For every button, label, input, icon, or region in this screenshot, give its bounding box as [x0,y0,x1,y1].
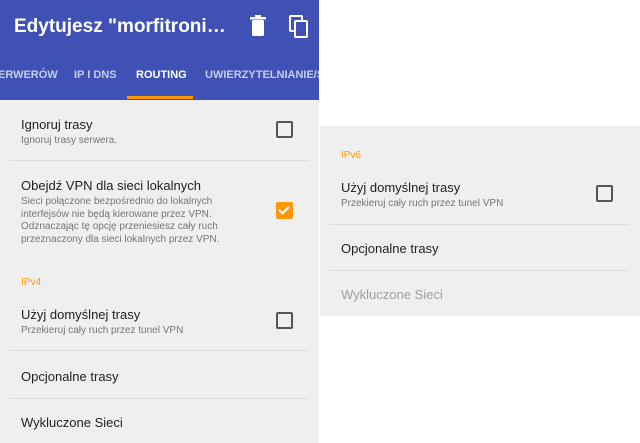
app-bar: Edytujesz "morfitronik-cli… [0,0,319,57]
pref-optional-routes-ipv6[interactable]: Opcjonalne trasy [341,240,611,257]
pref-optional-routes-ipv4[interactable]: Opcjonalne trasy [21,368,291,385]
pref-title: Wykluczone Sieci [341,287,443,302]
ignore-routes-checkbox[interactable] [276,121,293,138]
pref-summary: Przekieruj cały ruch przez tunel VPN [21,325,184,336]
default-route-ipv4-checkbox[interactable] [276,312,293,329]
divider [10,398,309,399]
summary-line: przeznaczony dla sieci lokalnych przez V… [21,233,220,245]
tab-authentication[interactable]: UWIERZYTELNIANIE/SZ [205,57,319,100]
pref-excluded-networks-ipv4[interactable]: Wykluczone Sieci [21,414,291,431]
copy-icon[interactable] [287,14,311,40]
pref-title: Opcjonalne trasy [21,369,119,384]
page-title: Edytujesz "morfitronik-cli… [14,16,234,37]
pref-ignore-routes[interactable]: Ignoruj trasy Ignoruj trasy serwera. [21,116,291,148]
tab-indicator [127,96,193,99]
tab-servers[interactable]: ERWERÓW [0,57,58,100]
tab-ip-dns[interactable]: IP I DNS [74,57,117,100]
pref-title: Opcjonalne trasy [341,241,439,256]
tab-routing[interactable]: ROUTING [136,57,187,100]
pref-bypass-vpn[interactable]: Obejdź VPN dla sieci lokalnych Sieci poł… [21,177,291,246]
pref-summary: Przekieruj cały ruch przez tunel VPN [341,198,504,209]
tab-bar: ERWERÓW IP I DNS ROUTING UWIERZYTELNIANI… [0,57,319,100]
pref-title: Użyj domyślnej trasy [21,307,141,322]
summary-line: Odznaczając tę opcję przeniesiesz cały r… [21,221,218,232]
divider [10,350,309,351]
pref-title: Ignoruj trasy [21,117,93,132]
section-header-ipv6: IPv6 [341,150,362,161]
bypass-vpn-checkbox[interactable] [276,202,293,219]
settings-panel-ipv6: IPv6 Użyj domyślnej trasy Przekieruj cał… [320,126,640,316]
pref-excluded-networks-ipv6: Wykluczone Sieci [341,286,611,303]
divider [330,224,629,225]
settings-panel-ipv4: Edytujesz "morfitronik-cli… ERWERÓW IP I… [0,0,319,443]
pref-title: Obejdź VPN dla sieci lokalnych [21,178,201,193]
summary-line: Sieci połączone bezpośrednio do lokalnyc… [21,196,213,207]
pref-summary: Ignoruj trasy serwera. [21,135,118,146]
pref-summary: Sieci połączone bezpośrednio do lokalnyc… [21,196,291,246]
pref-title: Użyj domyślnej trasy [341,180,461,195]
trash-icon[interactable] [246,14,270,40]
pref-default-route-ipv6[interactable]: Użyj domyślnej trasy Przekieruj cały ruc… [341,179,611,211]
pref-default-route-ipv4[interactable]: Użyj domyślnej trasy Przekieruj cały ruc… [21,306,291,338]
section-header-ipv4: IPv4 [21,277,42,288]
divider [330,270,629,271]
default-route-ipv6-checkbox[interactable] [596,185,613,202]
check-icon [278,203,290,215]
divider [10,160,309,161]
pref-title: Wykluczone Sieci [21,415,123,430]
summary-line: interfejsów nie będą kierowane przez VPN… [21,208,212,220]
